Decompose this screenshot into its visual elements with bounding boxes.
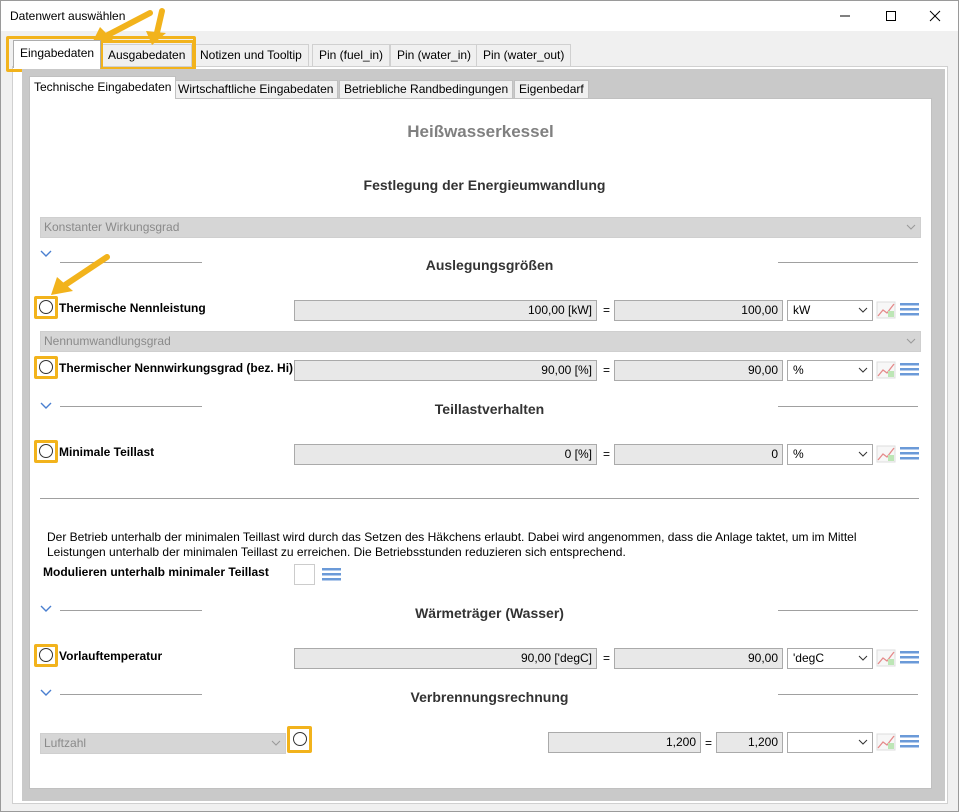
list-icon[interactable] xyxy=(899,733,919,751)
section-teillastverhalten: Teillastverhalten xyxy=(434,401,545,417)
minimize-button[interactable] xyxy=(822,1,868,31)
modulieren-checkbox[interactable] xyxy=(294,564,315,585)
close-button[interactable] xyxy=(912,1,958,31)
teillast-converted[interactable]: 0 xyxy=(614,444,783,465)
chart-icon[interactable] xyxy=(876,445,896,463)
tab-technische-eingabedaten[interactable]: Technische Eingabedaten xyxy=(29,76,177,99)
nennumwandlung-select[interactable]: Nennumwandlungsgrad xyxy=(40,331,921,352)
close-icon xyxy=(929,10,941,22)
chevron-down-icon xyxy=(858,307,868,313)
minimize-icon xyxy=(840,15,850,17)
nennumwandlung-select-value: Nennumwandlungsgrad xyxy=(44,334,171,348)
list-icon[interactable] xyxy=(899,649,919,667)
teillast-radio[interactable] xyxy=(39,444,53,458)
description-text: Der Betrieb unterhalb der minimalen Teil… xyxy=(47,530,857,559)
teillast-unit-select[interactable]: % xyxy=(787,444,873,465)
vorlauftemperatur-unit: 'degC xyxy=(793,651,824,665)
nennwirkungsgrad-radio[interactable] xyxy=(39,360,53,374)
tab-pin-fuel-in[interactable]: Pin (fuel_in) xyxy=(312,44,391,66)
divider xyxy=(778,262,918,263)
nennleistung-unit: kW xyxy=(793,303,811,317)
luftzahl-radio[interactable] xyxy=(293,732,307,746)
divider xyxy=(60,694,202,695)
tab-wirtschaftliche-eingabedaten[interactable]: Wirtschaftliche Eingabedaten xyxy=(173,80,339,99)
nennleistung-value[interactable]: 100,00 [kW] xyxy=(294,300,597,321)
section-waermetraeger: Wärmeträger (Wasser) xyxy=(415,605,564,621)
divider xyxy=(778,694,918,695)
nennleistung-radio[interactable] xyxy=(39,300,53,314)
luftzahl-unit-select[interactable] xyxy=(787,732,873,753)
divider xyxy=(60,406,202,407)
divider xyxy=(60,610,202,611)
chevron-down-icon xyxy=(858,739,868,745)
maximize-button[interactable] xyxy=(868,1,914,31)
equals-sign: = xyxy=(603,651,611,665)
chart-icon[interactable] xyxy=(876,733,896,751)
section-verbrennungsrechnung: Verbrennungsrechnung xyxy=(410,689,569,705)
nennwirkungsgrad-unit-select[interactable]: % xyxy=(787,360,873,381)
chevron-down-icon xyxy=(858,451,868,457)
equals-sign: = xyxy=(603,303,611,317)
tab-eingabedaten[interactable]: Eingabedaten xyxy=(13,40,102,68)
dialog-window: Datenwert auswählen Eingabedaten Ausgabe… xyxy=(0,0,959,812)
chevron-down-icon xyxy=(906,224,916,230)
vorlauftemperatur-converted[interactable]: 90,00 xyxy=(614,648,783,669)
nennwirkungsgrad-label: Thermischer Nennwirkungsgrad (bez. Hi) xyxy=(59,361,294,375)
equals-sign: = xyxy=(705,736,713,750)
luftzahl-select-value: Luftzahl xyxy=(44,736,87,750)
chevron-down-icon xyxy=(858,655,868,661)
chart-icon[interactable] xyxy=(876,361,896,379)
nennleistung-label: Thermische Nennleistung xyxy=(59,301,206,315)
modulieren-label: Modulieren unterhalb minimaler Teillast xyxy=(43,565,269,579)
nennwirkungsgrad-converted[interactable]: 90,00 xyxy=(614,360,783,381)
vorlauftemperatur-value[interactable]: 90,00 ['degC] xyxy=(294,648,597,669)
tab-eigenbedarf[interactable]: Eigenbedarf xyxy=(514,80,589,99)
section-energieumwandlung: Festlegung der Energieumwandlung xyxy=(363,177,606,193)
annotation-arrow-icon xyxy=(51,254,110,295)
list-icon[interactable] xyxy=(899,445,919,463)
tab-betriebliche-randbedingungen[interactable]: Betriebliche Randbedingungen xyxy=(339,80,514,99)
nennwirkungsgrad-value[interactable]: 90,00 [%] xyxy=(294,360,597,381)
divider xyxy=(778,610,918,611)
divider xyxy=(40,498,919,499)
collapse-chevron-icon[interactable] xyxy=(40,689,52,697)
divider xyxy=(778,406,918,407)
section-auslegungsgroessen: Auslegungsgrößen xyxy=(425,257,554,273)
collapse-chevron-icon[interactable] xyxy=(40,402,52,410)
nennleistung-unit-select[interactable]: kW xyxy=(787,300,873,321)
luftzahl-select[interactable]: Luftzahl xyxy=(40,733,286,754)
list-icon[interactable] xyxy=(899,301,919,319)
nennleistung-converted[interactable]: 100,00 xyxy=(614,300,783,321)
vorlauftemperatur-radio[interactable] xyxy=(39,648,53,662)
tab-pin-water-out[interactable]: Pin (water_out) xyxy=(476,44,572,66)
luftzahl-converted[interactable]: 1,200 xyxy=(716,732,783,753)
equals-sign: = xyxy=(603,447,611,461)
maximize-icon xyxy=(886,11,896,21)
list-icon[interactable] xyxy=(899,361,919,379)
list-icon[interactable] xyxy=(321,566,341,584)
wirkungsgrad-select[interactable]: Konstanter Wirkungsgrad xyxy=(40,217,921,238)
page-title: Heißwasserkessel xyxy=(407,122,554,141)
nennwirkungsgrad-unit: % xyxy=(793,363,804,377)
chevron-down-icon xyxy=(858,367,868,373)
teillast-unit: % xyxy=(793,447,804,461)
luftzahl-value[interactable]: 1,200 xyxy=(548,732,701,753)
tab-notizen[interactable]: Notizen und Tooltip xyxy=(193,44,309,66)
wirkungsgrad-select-value: Konstanter Wirkungsgrad xyxy=(44,220,180,234)
chart-icon[interactable] xyxy=(876,649,896,667)
chevron-down-icon xyxy=(906,338,916,344)
teillast-label: Minimale Teillast xyxy=(59,445,155,459)
chevron-down-icon xyxy=(271,740,281,746)
collapse-chevron-icon[interactable] xyxy=(40,605,52,613)
teillast-value[interactable]: 0 [%] xyxy=(294,444,597,465)
equals-sign: = xyxy=(603,363,611,377)
vorlauftemperatur-label: Vorlauftemperatur xyxy=(59,649,163,663)
vorlauftemperatur-unit-select[interactable]: 'degC xyxy=(787,648,873,669)
tab-pin-water-in[interactable]: Pin (water_in) xyxy=(390,44,479,66)
chart-icon[interactable] xyxy=(876,301,896,319)
